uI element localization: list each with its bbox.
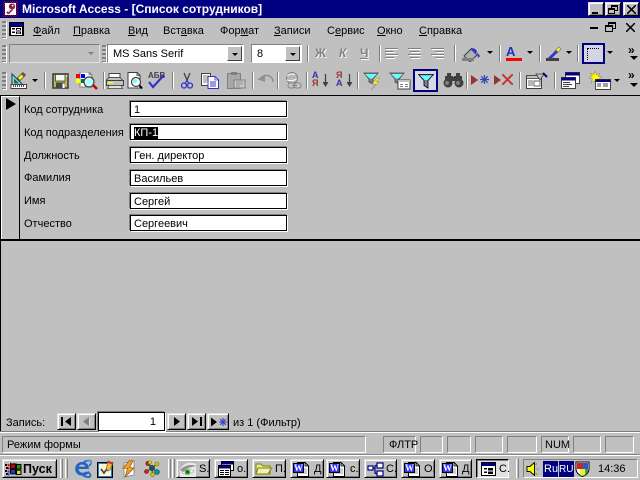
svg-text:W: W [330, 463, 339, 473]
svg-text:W: W [405, 463, 414, 473]
svg-text:W: W [443, 463, 452, 473]
svg-text:W: W [294, 463, 303, 473]
